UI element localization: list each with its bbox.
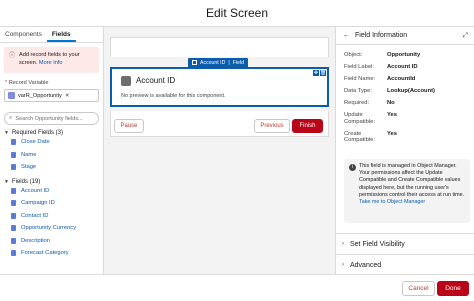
back-arrow-icon[interactable]: ←	[343, 32, 350, 39]
tab-fields[interactable]: Fields	[46, 27, 76, 42]
property-row: Update Compatible: Yes	[344, 112, 397, 125]
list-item[interactable]: Account ID	[11, 185, 103, 198]
previous-button[interactable]: Previous	[254, 119, 290, 133]
screen-header-area	[110, 37, 329, 57]
list-item[interactable]: Forecast Category	[11, 247, 103, 260]
lookup-field-icon	[121, 76, 131, 86]
field-properties: Object: Opportunity Field Label: Account I…	[336, 45, 474, 144]
set-field-visibility-section[interactable]: › Set Field Visibility	[336, 233, 474, 254]
property-row: Create Compatible: Yes	[344, 130, 397, 144]
cancel-button[interactable]: Cancel	[402, 281, 435, 296]
required-mark: *	[5, 80, 8, 86]
search-placeholder: Search Opportunity fields...	[15, 115, 83, 122]
chevron-right-icon: ›	[342, 262, 344, 268]
expand-icon[interactable]: ⤢	[463, 32, 468, 40]
account-id-component[interactable]: ✥ 🗑 Account ID No preview is available f…	[110, 67, 329, 107]
field-icon	[11, 225, 16, 232]
search-icon: ⌕	[9, 115, 13, 121]
component-type-icon	[192, 60, 197, 65]
info-icon: i	[349, 164, 356, 171]
window-title: Edit Screen	[205, 6, 269, 20]
palette-tabs: Components Fields	[0, 27, 103, 43]
list-item[interactable]: Name	[11, 149, 103, 162]
property-row: Required: No	[344, 100, 395, 106]
panel-title: Field Information	[355, 32, 408, 39]
property-row: Field Name: AccountId	[344, 76, 416, 82]
list-item[interactable]: Campaign ID	[11, 197, 103, 210]
component-description: No preview is available for this compone…	[121, 93, 226, 99]
list-item[interactable]: Contact ID	[11, 210, 103, 223]
field-icon	[11, 237, 16, 244]
object-manager-link[interactable]: Take me to Object Manager	[359, 199, 425, 205]
selected-component-tag: Account ID | Field	[188, 58, 248, 67]
chevron-down-icon: ▼	[4, 130, 9, 136]
property-row: Data Type: Lookup(Account)	[344, 88, 435, 94]
field-search-input[interactable]: ⌕ Search Opportunity fields...	[4, 112, 99, 125]
info-icon: ⓘ	[9, 53, 16, 59]
chevron-right-icon: ›	[342, 241, 344, 247]
record-variable-label: * Record Variable	[5, 80, 49, 86]
chevron-down-icon: ▼	[4, 178, 9, 185]
finish-button[interactable]: Finish	[292, 119, 323, 133]
list-item[interactable]: Stage	[11, 161, 103, 174]
fields-list: Account ID Campaign ID Contact ID Opport…	[0, 185, 103, 260]
done-button[interactable]: Done	[437, 281, 469, 296]
record-variable-value: varR_Opportunity	[18, 92, 62, 99]
modal-footer: Cancel Done	[0, 274, 474, 301]
list-item[interactable]: Description	[11, 235, 103, 248]
field-icon	[11, 151, 16, 158]
property-row: Object: Opportunity	[344, 52, 421, 58]
list-item[interactable]: Opportunity Currency	[11, 222, 103, 235]
tab-components[interactable]: Components	[0, 27, 47, 42]
field-icon	[11, 200, 16, 207]
pause-button[interactable]: Pause	[114, 119, 144, 133]
property-row: Field Label: Account ID	[344, 64, 418, 70]
field-icon	[11, 212, 16, 219]
component-title: Account ID	[136, 76, 176, 85]
field-icon	[11, 139, 16, 146]
fields-info-box: ⓘ Add record fields to your screen. More…	[4, 47, 99, 73]
component-controls: ✥ 🗑	[313, 70, 326, 76]
record-variable-icon	[8, 92, 15, 99]
required-fields-list: Close Date Name Stage	[0, 136, 103, 174]
delete-icon[interactable]: 🗑	[320, 70, 326, 76]
more-info-link[interactable]: More Info	[39, 60, 63, 66]
record-variable-pill[interactable]: varR_Opportunity ✕	[4, 89, 99, 102]
field-icon	[11, 250, 16, 257]
title-bar: Edit Screen	[0, 0, 474, 27]
screen-canvas: Account ID | Field ✥ 🗑 Account ID No pre…	[104, 27, 335, 274]
field-icon	[11, 164, 16, 171]
advanced-section[interactable]: › Advanced	[336, 254, 474, 274]
properties-panel: ← Field Information ⤢ Object: Opportunity…	[335, 27, 474, 274]
field-icon	[11, 187, 16, 194]
left-panel: Components Fields ⓘ Add record fields to…	[0, 27, 104, 274]
move-icon[interactable]: ✥	[313, 70, 319, 76]
panel-header: ← Field Information ⤢	[336, 27, 474, 45]
list-item[interactable]: Close Date	[11, 136, 103, 149]
remove-icon[interactable]: ✕	[65, 93, 70, 99]
object-manager-notice: i This field is managed in Object Manage…	[344, 159, 470, 223]
notice-text: This field is managed in Object Manager.…	[359, 163, 465, 198]
